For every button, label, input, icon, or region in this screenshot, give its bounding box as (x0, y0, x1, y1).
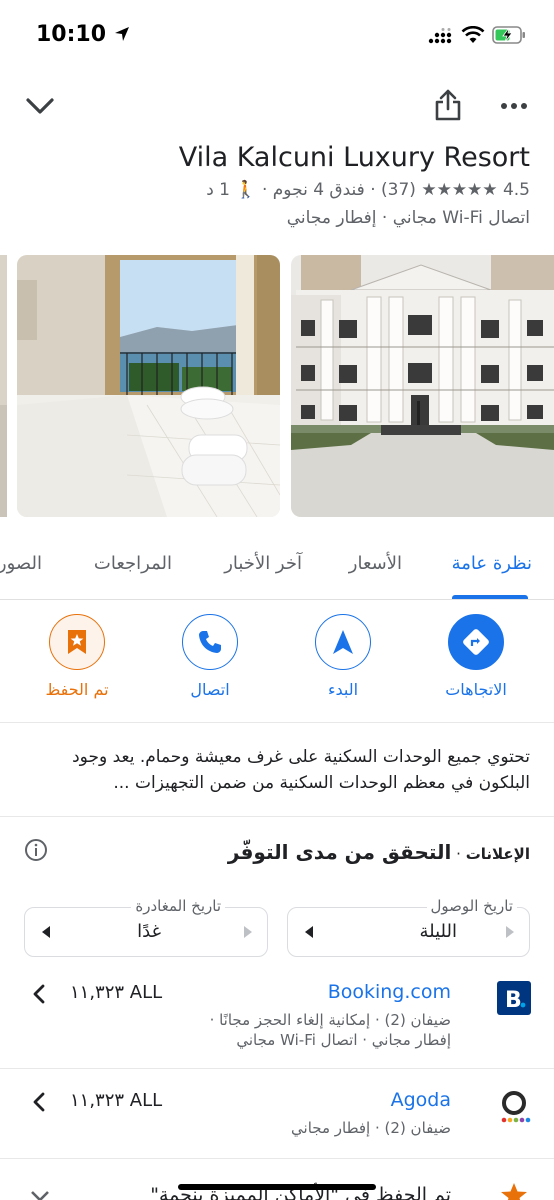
photo-partial[interactable] (0, 255, 7, 517)
chevron-left-icon[interactable] (32, 984, 46, 1004)
active-tab-indicator (452, 595, 528, 599)
chevron-left-icon[interactable] (32, 1092, 46, 1112)
svg-text:B: B (505, 988, 522, 1013)
call-label: اتصال (190, 680, 230, 699)
action-row: الاتجاهات البدء اتصال تم الحفظ (0, 600, 554, 723)
offer-price: ١١,٣٢٣ ALL (70, 1090, 163, 1111)
next-day-icon[interactable] (243, 925, 253, 939)
checkout-value: غدًا (137, 921, 161, 942)
checkin-value: الليلة (419, 921, 458, 942)
navigation-arrow-icon (333, 630, 353, 654)
saved-toast: تم الحفظ في "الأماكن المميزة بنجمة" (0, 1180, 554, 1200)
chevron-down-icon[interactable] (24, 94, 56, 118)
availability-header: الإعلانات · التحقق من مدى التوفّر (0, 836, 554, 872)
directions-label: الاتجاهات (445, 680, 507, 699)
prev-day-icon[interactable] (41, 925, 51, 939)
place-title: Vila Kalcuni Luxury Resort (178, 142, 530, 173)
checkout-label: تاريخ المغادرة (131, 897, 225, 915)
share-icon[interactable] (433, 88, 463, 122)
info-icon[interactable] (24, 838, 48, 862)
tab-updates[interactable]: آخر الأخبار (224, 553, 302, 574)
offer-details-line2: إفطار مجاني · اتصال Wi-Fi مجاني (236, 1031, 451, 1049)
ads-label: الإعلانات (465, 845, 530, 863)
call-circle[interactable] (182, 614, 238, 670)
offer-row[interactable]: ١١,٣٢٣ ALL Agoda ضيفان (2) · إفطار مجاني (0, 1086, 554, 1156)
directions-icon (463, 629, 489, 655)
photo-bedroom[interactable] (17, 255, 280, 517)
saved-label: تم الحفظ (45, 680, 109, 699)
start-label: البدء (327, 680, 359, 699)
tab-bar: نظرة عامة الأسعار آخر الأخبار المراجعات … (0, 535, 554, 600)
divider (0, 1158, 554, 1159)
battery-charging-icon (492, 26, 525, 44)
checkin-label: تاريخ الوصول (426, 897, 517, 915)
divider (0, 1068, 554, 1069)
start-circle[interactable] (315, 614, 371, 670)
description[interactable]: تحتوي جميع الوحدات السكنية على غرف معيشة… (20, 744, 530, 796)
start-button[interactable]: البدء (298, 614, 388, 699)
tab-photos[interactable]: الصور (0, 553, 42, 574)
location-arrow-icon (114, 27, 129, 41)
rating-line: 4.5 ★★★★★ (37) · فندق 4 نجوم · 🚶 1 د (206, 180, 530, 200)
offer-price: ١١,٣٢٣ ALL (70, 982, 163, 1003)
divider (0, 816, 554, 817)
checkin-date-field[interactable]: تاريخ الوصول الليلة (287, 897, 530, 957)
next-day-icon[interactable] (505, 925, 515, 939)
tab-prices[interactable]: الأسعار (349, 553, 402, 574)
photo-carousel[interactable] (0, 255, 554, 517)
offer-row[interactable]: ١١,٣٢٣ ALL Booking.com ضيفان (2) · إمكان… (0, 978, 554, 1068)
photo-building[interactable] (291, 255, 554, 517)
offer-details-line1: ضيفان (2) · إمكانية إلغاء الحجز مجانًا · (209, 1011, 451, 1029)
tab-reviews[interactable]: المراجعات (94, 553, 172, 574)
directions-button[interactable]: الاتجاهات (431, 614, 521, 699)
prev-day-icon[interactable] (304, 925, 314, 939)
saved-circle[interactable] (49, 614, 105, 670)
offer-provider[interactable]: Agoda (391, 1089, 451, 1111)
wifi-icon (461, 26, 485, 43)
offer-details-line1: ضيفان (2) · إفطار مجاني (291, 1119, 451, 1137)
status-bar: 10:10 (0, 0, 554, 70)
home-indicator[interactable] (178, 1184, 376, 1190)
bookmark-star-icon (68, 630, 86, 654)
status-time: 10:10 (36, 22, 130, 47)
signal-icon (428, 28, 452, 44)
tab-overview[interactable]: نظرة عامة (452, 553, 532, 574)
call-button[interactable]: اتصال (165, 614, 255, 699)
availability-title-wrap: الإعلانات · التحقق من مدى التوفّر (228, 840, 530, 864)
close-icon[interactable] (30, 1190, 50, 1200)
phone-icon (199, 631, 221, 653)
saved-button[interactable]: تم الحفظ (32, 614, 122, 699)
ads-dot: · (451, 845, 466, 863)
more-options-icon[interactable] (500, 102, 528, 110)
directions-circle[interactable] (448, 614, 504, 670)
checkout-date-field[interactable]: تاريخ المغادرة غدًا (24, 897, 268, 957)
star-icon (501, 1183, 527, 1200)
top-bar (0, 80, 554, 140)
agoda-logo (501, 1091, 531, 1123)
availability-title: التحقق من مدى التوفّر (227, 840, 452, 864)
booking-logo: B (497, 981, 531, 1015)
amenities-line: اتصال Wi-Fi مجاني · إفطار مجاني (286, 208, 530, 228)
offer-provider[interactable]: Booking.com (328, 981, 451, 1003)
